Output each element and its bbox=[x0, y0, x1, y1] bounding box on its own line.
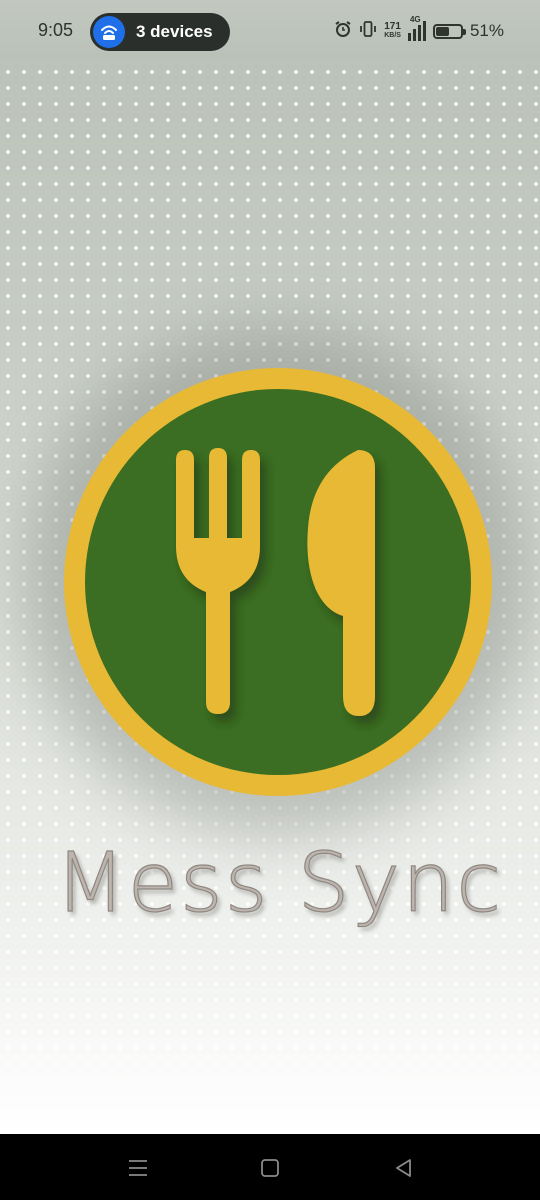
status-time: 9:05 bbox=[38, 20, 74, 40]
battery-icon bbox=[432, 23, 466, 39]
battery-percent: 51% bbox=[469, 21, 504, 40]
net-speed-value: 171 bbox=[384, 21, 401, 32]
network-type: 4G bbox=[409, 15, 421, 24]
navigation-bar bbox=[0, 1134, 540, 1200]
status-bar: 9:05 3 devices 171 KB/S 4G 51% bbox=[0, 0, 540, 58]
home-icon[interactable] bbox=[256, 1154, 284, 1182]
net-speed-unit: KB/S bbox=[384, 32, 401, 39]
hotspot-label: 3 devices bbox=[136, 22, 213, 41]
back-icon[interactable] bbox=[390, 1154, 418, 1182]
alarm-icon bbox=[334, 20, 352, 43]
hotspot-chip[interactable]: 3 devices bbox=[90, 13, 230, 51]
hotspot-icon bbox=[93, 16, 125, 48]
fork-and-knife-icon bbox=[176, 448, 375, 716]
app-name-title: Mess Sync bbox=[54, 835, 504, 931]
status-icons: 171 KB/S 4G 51% bbox=[334, 15, 504, 44]
vibrate-icon bbox=[359, 20, 377, 43]
net-speed: 171 KB/S bbox=[384, 22, 401, 40]
app-logo bbox=[64, 368, 492, 796]
menu-icon[interactable] bbox=[124, 1154, 152, 1182]
signal-icon: 4G bbox=[407, 15, 426, 41]
